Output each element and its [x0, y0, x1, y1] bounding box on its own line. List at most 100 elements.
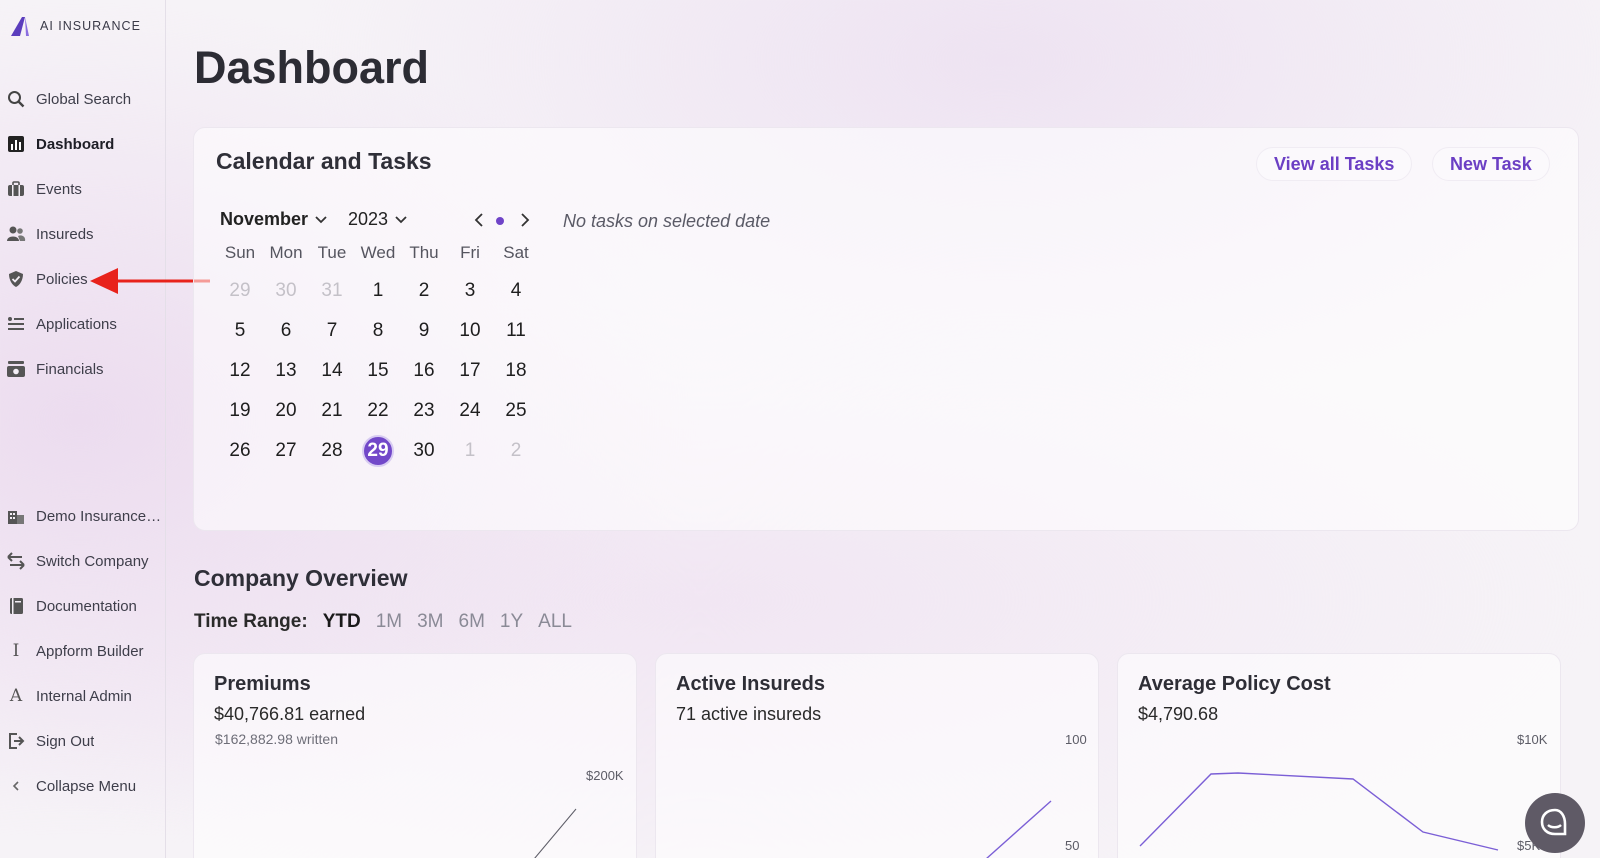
- time-range-6m[interactable]: 6M: [459, 611, 485, 633]
- sidebar-item-internal-admin[interactable]: A Internal Admin: [6, 681, 162, 711]
- chat-icon: [1540, 808, 1567, 836]
- time-range-3m[interactable]: 3M: [417, 611, 443, 633]
- view-all-tasks-button[interactable]: View all Tasks: [1256, 147, 1413, 181]
- sidebar-item-documentation[interactable]: Documentation: [6, 591, 162, 621]
- calendar-day[interactable]: 23: [401, 400, 447, 422]
- sidebar-item-label: Global Search: [36, 90, 132, 108]
- calendar-week: 26 27 28 29 30 1 2: [217, 431, 539, 471]
- chart-line: [1139, 772, 1499, 851]
- calendar-day[interactable]: 6: [263, 320, 309, 342]
- sidebar-item-label: Financials: [36, 360, 104, 378]
- sidebar-item-dashboard[interactable]: Dashboard: [6, 129, 162, 159]
- calendar-day[interactable]: 17: [447, 360, 493, 382]
- premiums-card[interactable]: Premiums $40,766.81 earned $162,882.98 w…: [193, 653, 637, 858]
- prev-month-button[interactable]: [470, 210, 488, 230]
- calendar-day[interactable]: 7: [309, 320, 355, 342]
- sidebar-item-label: Events: [36, 180, 82, 198]
- calendar-day-selected[interactable]: 29: [355, 435, 401, 467]
- time-range-1m[interactable]: 1M: [376, 611, 402, 633]
- calendar-day[interactable]: 20: [263, 400, 309, 422]
- search-icon: [6, 89, 26, 109]
- calendar-day[interactable]: 5: [217, 320, 263, 342]
- calendar-day[interactable]: 24: [447, 400, 493, 422]
- calendar-day[interactable]: 27: [263, 440, 309, 462]
- swap-icon: [6, 551, 26, 571]
- calendar-day[interactable]: 21: [309, 400, 355, 422]
- sidebar-item-appform-builder[interactable]: I Appform Builder: [6, 636, 162, 666]
- brand-logo[interactable]: AI INSURANCE: [8, 14, 141, 38]
- sidebar-item-label: Applications: [36, 315, 117, 333]
- list-icon: [6, 314, 26, 334]
- sidebar-item-insureds[interactable]: Insureds: [6, 219, 162, 249]
- calendar-day[interactable]: 2: [493, 440, 539, 462]
- money-icon: [6, 359, 26, 379]
- calendar-day[interactable]: 31: [309, 280, 355, 302]
- chevron-left-icon: [474, 213, 483, 227]
- chat-support-button[interactable]: [1525, 793, 1585, 853]
- calendar-day[interactable]: 9: [401, 320, 447, 342]
- calendar-day[interactable]: 10: [447, 320, 493, 342]
- calendar-day[interactable]: 25: [493, 400, 539, 422]
- sidebar-item-global-search[interactable]: Global Search: [6, 84, 162, 114]
- calendar-day[interactable]: 16: [401, 360, 447, 382]
- calendar-day[interactable]: 14: [309, 360, 355, 382]
- calendar-day[interactable]: 1: [447, 440, 493, 462]
- average-policy-cost-card[interactable]: Average Policy Cost $4,790.68 $10K $5K: [1117, 653, 1561, 858]
- chart-icon: [6, 134, 26, 154]
- sidebar-item-applications[interactable]: Applications: [6, 309, 162, 339]
- calendar-day[interactable]: 8: [355, 320, 401, 342]
- month-select[interactable]: November: [220, 209, 328, 230]
- sidebar-item-financials[interactable]: Financials: [6, 354, 162, 384]
- logo-icon: [11, 17, 29, 36]
- calendar-day[interactable]: 30: [401, 440, 447, 462]
- calendar-day[interactable]: 2: [401, 280, 447, 302]
- active-insureds-card[interactable]: Active Insureds 71 active insureds 100 5…: [655, 653, 1099, 858]
- calendar-day[interactable]: 13: [263, 360, 309, 382]
- chevron-right-icon: [521, 213, 530, 227]
- sidebar-item-label: Appform Builder: [36, 642, 144, 660]
- calendar-day[interactable]: 29: [217, 280, 263, 302]
- month-value: November: [220, 209, 309, 229]
- calendar-day[interactable]: 26: [217, 440, 263, 462]
- calendar-day[interactable]: 11: [493, 320, 539, 342]
- new-task-button[interactable]: New Task: [1432, 147, 1550, 181]
- calendar-day[interactable]: 3: [447, 280, 493, 302]
- calendar-day[interactable]: 30: [263, 280, 309, 302]
- time-range-1y[interactable]: 1Y: [500, 611, 523, 633]
- next-month-button[interactable]: [516, 210, 534, 230]
- weekday-label: Sun: [224, 243, 256, 262]
- calendar-day[interactable]: 18: [493, 360, 539, 382]
- calendar-day[interactable]: 22: [355, 400, 401, 422]
- calendar-day[interactable]: 4: [493, 280, 539, 302]
- insureds-chart: [986, 800, 1052, 858]
- brand-name: AI INSURANCE: [40, 19, 141, 33]
- sidebar-item-events[interactable]: Events: [6, 174, 162, 204]
- time-range-ytd[interactable]: YTD: [323, 611, 361, 633]
- weekday-label: Wed: [360, 243, 396, 262]
- letter-a-icon: A: [9, 686, 23, 706]
- today-button[interactable]: [496, 217, 504, 225]
- chevron-left-icon: [6, 776, 26, 796]
- chevron-down-icon: [395, 215, 407, 223]
- weekday-label: Tue: [317, 243, 347, 262]
- chart-line: [986, 800, 1052, 858]
- premiums-chart: [534, 808, 577, 858]
- chart-line: [534, 808, 577, 858]
- calendar-day[interactable]: 1: [355, 280, 401, 302]
- calendar-week: 29 30 31 1 2 3 4: [217, 271, 539, 311]
- calendar-title: Calendar and Tasks: [216, 148, 432, 174]
- calendar-day[interactable]: 15: [355, 360, 401, 382]
- sidebar-item-sign-out[interactable]: Sign Out: [6, 726, 162, 756]
- sidebar-item-collapse-menu[interactable]: Collapse Menu: [6, 771, 162, 801]
- sign-out-icon: [6, 731, 26, 751]
- calendar-day[interactable]: 28: [309, 440, 355, 462]
- calendar-day[interactable]: 19: [217, 400, 263, 422]
- building-icon: [6, 506, 26, 526]
- sidebar-item-label: Documentation: [36, 597, 137, 615]
- time-range-selector: Time Range: YTD 1M 3M 6M 1Y ALL: [194, 611, 572, 633]
- sidebar-item-company[interactable]: Demo Insurance Co: [6, 501, 162, 531]
- calendar-day[interactable]: 12: [217, 360, 263, 382]
- year-select[interactable]: 2023: [348, 209, 408, 230]
- sidebar-item-switch-company[interactable]: Switch Company: [6, 546, 162, 576]
- time-range-all[interactable]: ALL: [538, 611, 572, 633]
